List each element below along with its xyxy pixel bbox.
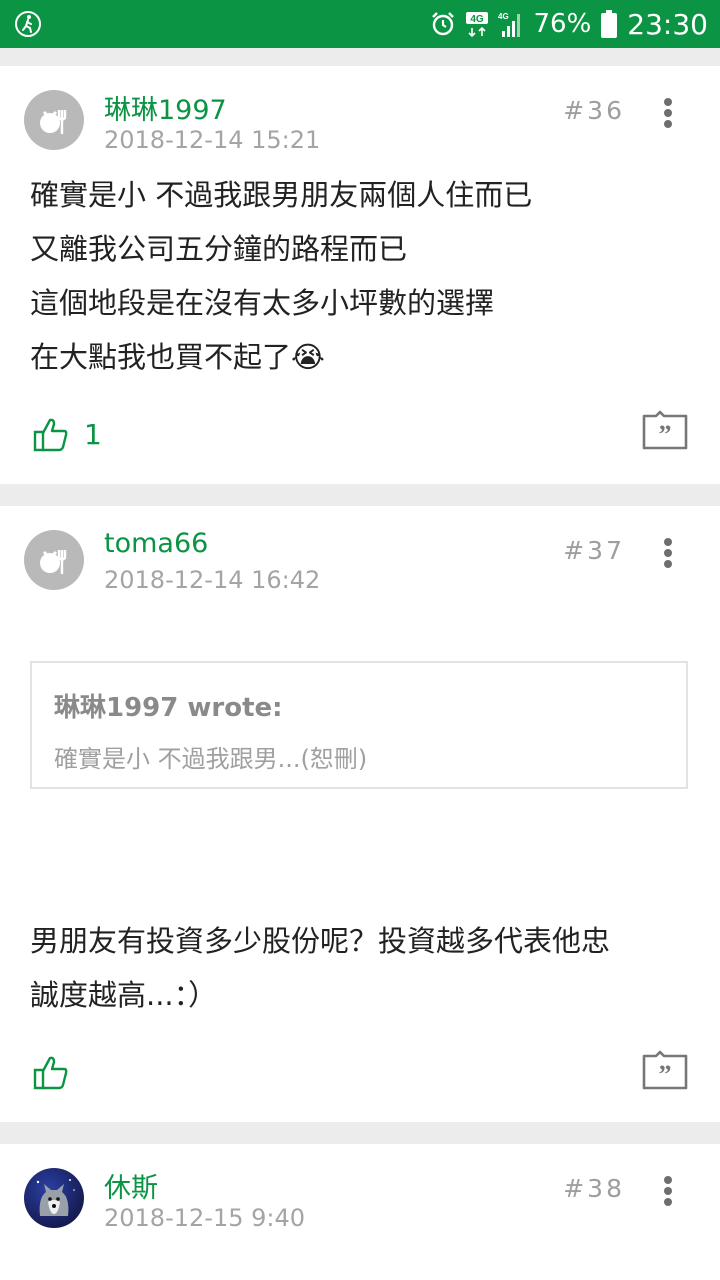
post-timestamp: 2018-12-14 16:42	[104, 566, 321, 594]
content-line: 在大點我也買不起了😭	[30, 340, 325, 374]
post-timestamp: 2018-12-15 9:40	[104, 1204, 305, 1232]
4g-icon: 4G	[465, 11, 488, 37]
husky-photo-avatar[interactable]	[24, 1168, 84, 1228]
content-line: 確實是小 不過我跟男朋友兩個人住而已	[30, 178, 533, 212]
like-button[interactable]	[32, 1054, 72, 1090]
quote-reply-icon[interactable]: ”	[642, 410, 688, 450]
walk-icon	[14, 10, 42, 38]
post-card: toma66 2018-12-14 16:42 #37 琳琳1997 wrote…	[0, 506, 720, 1122]
more-options-icon[interactable]	[664, 98, 672, 128]
content-line: 誠度越高...：）	[30, 978, 218, 1012]
floor-number: #36	[563, 96, 625, 125]
post-card: 琳琳1997 2018-12-14 15:21 #36 確實是小 不過我跟男朋友…	[0, 66, 720, 484]
more-options-icon[interactable]	[664, 538, 672, 568]
battery-icon	[601, 10, 618, 38]
quote-author: 琳琳1997 wrote:	[54, 693, 283, 723]
thumbs-up-icon	[33, 418, 68, 452]
default-avatar-icon[interactable]	[24, 530, 84, 590]
content-line: 又離我公司五分鐘的路程而已	[30, 232, 408, 266]
content-line: 這個地段是在沒有太多小坪數的選擇	[30, 286, 495, 320]
alarm-icon	[430, 11, 456, 37]
floor-number: #37	[563, 536, 625, 565]
svg-text:”: ”	[659, 1060, 672, 1089]
more-options-icon[interactable]	[664, 1176, 672, 1206]
like-count: 1	[84, 417, 102, 451]
quote-reply-icon[interactable]: ”	[642, 1050, 688, 1090]
clock: 23:30	[627, 7, 708, 41]
svg-text:4G: 4G	[498, 12, 509, 21]
username[interactable]: 休斯	[104, 1166, 158, 1205]
svg-text:”: ”	[659, 420, 672, 449]
like-button[interactable]: 1	[32, 416, 102, 452]
username[interactable]: toma66	[104, 528, 208, 559]
post-timestamp: 2018-12-14 15:21	[104, 126, 321, 154]
thumbs-up-icon	[33, 1056, 68, 1090]
post-content: 確實是小 不過我跟男朋友兩個人住而已 又離我公司五分鐘的路程而已 這個地段是在沒…	[30, 168, 690, 384]
svg-text:4G: 4G	[470, 14, 484, 25]
post-content: 男朋友有投資多少股份呢？投資越多代表他忠 誠度越高...：）	[30, 914, 690, 1022]
floor-number: #38	[563, 1174, 625, 1203]
status-bar: 4G 4G 76% 23:30	[0, 0, 720, 48]
signal-icon: 4G	[498, 11, 524, 37]
post-card: 休斯 2018-12-15 9:40 #38	[0, 1144, 720, 1280]
battery-percent: 76%	[533, 9, 592, 39]
quote-text: 確實是小 不過我跟男...(恕刪)	[54, 745, 368, 773]
quoted-reply: 琳琳1997 wrote: 確實是小 不過我跟男...(恕刪)	[30, 661, 688, 789]
default-avatar-icon[interactable]	[24, 90, 84, 150]
content-line: 男朋友有投資多少股份呢？投資越多代表他忠	[30, 924, 611, 958]
username[interactable]: 琳琳1997	[104, 88, 227, 127]
